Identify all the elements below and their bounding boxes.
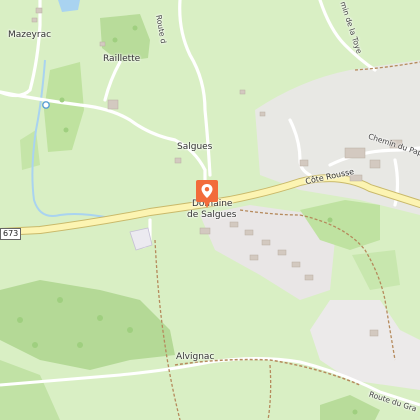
building [229, 221, 239, 228]
tree-symbol [17, 317, 23, 323]
tree-symbol [97, 315, 103, 321]
building [35, 7, 43, 14]
tree-symbol [59, 97, 65, 103]
place-label-alvignac: Alvignac [176, 352, 215, 362]
map-pin-graphic [196, 180, 218, 208]
building [244, 229, 254, 236]
tree-symbol [112, 37, 118, 43]
building [99, 41, 106, 47]
building [291, 261, 301, 268]
map-pin-icon[interactable] [196, 180, 218, 208]
building [199, 227, 211, 235]
tree-symbol [132, 25, 138, 31]
road-number-shield: 673 [0, 228, 22, 240]
building [299, 159, 309, 167]
building [174, 157, 182, 164]
building [344, 147, 366, 159]
tree-symbol [63, 127, 69, 133]
building [261, 239, 271, 246]
building [249, 254, 259, 261]
tree-symbol [57, 297, 63, 303]
building [369, 329, 379, 337]
building [107, 99, 119, 110]
building [369, 159, 381, 169]
marker-tip [204, 202, 210, 208]
place-label-salgues: Salgues [177, 142, 213, 152]
map-canvas[interactable]: Mazeyrac Raillette Salgues Domaine de Sa… [0, 0, 420, 420]
tree-symbol [77, 342, 83, 348]
tree-symbol [127, 327, 133, 333]
building [259, 111, 266, 117]
building [277, 249, 287, 256]
water-point-icon [42, 101, 50, 109]
tree-symbol [327, 217, 333, 223]
building [239, 89, 246, 95]
tree-symbol [32, 342, 38, 348]
tree-symbol [352, 409, 358, 415]
building [31, 17, 38, 23]
place-label-mazeyrac: Mazeyrac [8, 30, 52, 40]
place-label-domaine-line2: de Salgues [187, 210, 237, 220]
place-label-raillette: Raillette [103, 54, 141, 64]
building [304, 274, 314, 281]
pin-glyph-hole [204, 187, 210, 192]
